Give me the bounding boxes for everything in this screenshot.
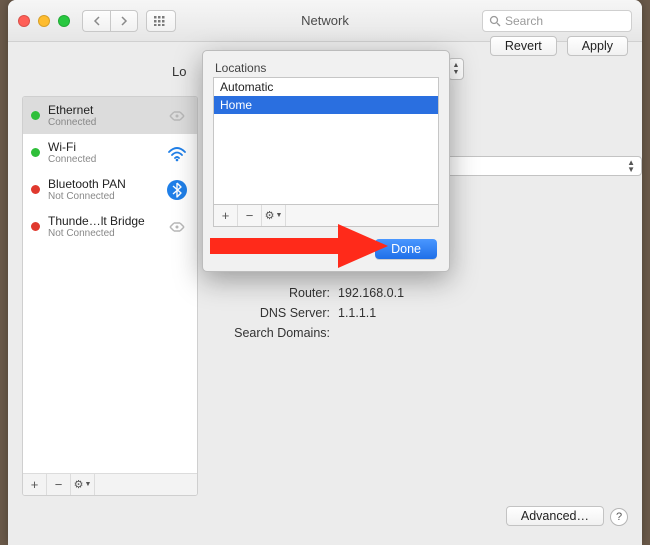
search-field[interactable]: Search [482,10,632,32]
bluetooth-icon [165,178,189,202]
chevron-down-icon: ▼ [275,212,282,219]
chevron-down-icon: ▼ [453,69,460,76]
sidebar-item-bluetooth[interactable]: Bluetooth PAN Not Connected [23,171,197,208]
locations-popover: Locations Automatic Home + − ⚙▼ Done [202,50,450,272]
apply-button[interactable]: Apply [567,36,628,56]
status-dot-icon [31,111,40,120]
interface-name: Wi-Fi [48,140,157,154]
locations-list: Automatic Home [213,77,439,205]
search-icon [489,15,501,27]
thunderbolt-icon [165,215,189,239]
domains-row: Search Domains: [208,326,628,340]
location-stepper[interactable]: ▲ ▼ [448,58,464,80]
dns-value: 1.1.1.1 [338,306,376,320]
locations-footer: + − ⚙▼ [213,205,439,227]
status-dot-icon [31,185,40,194]
revert-button[interactable]: Revert [490,36,557,56]
interface-status: Connected [48,117,157,128]
remove-location-button[interactable]: − [238,205,262,226]
help-button[interactable]: ? [610,508,628,526]
detail-rows: Router: 192.168.0.1 DNS Server: 1.1.1.1 … [208,280,628,346]
location-item-home[interactable]: Home [214,96,438,114]
interface-actions-button[interactable]: ⚙▼ [71,474,95,495]
back-button[interactable] [82,10,110,32]
chevron-updown-icon: ▲▼ [627,159,635,173]
wifi-icon [165,141,189,165]
interface-status: Not Connected [48,191,157,202]
ethernet-icon [165,104,189,128]
location-item-automatic[interactable]: Automatic [214,78,438,96]
router-row: Router: 192.168.0.1 [208,286,628,300]
interface-name: Bluetooth PAN [48,177,157,191]
interfaces-sidebar: Ethernet Connected Wi-Fi Connected Bluet… [22,96,198,496]
router-value: 192.168.0.1 [338,286,404,300]
sidebar-item-text: Thunde…lt Bridge Not Connected [48,214,157,239]
nav-group [82,10,138,32]
chevron-up-icon: ▲ [453,62,460,69]
remove-interface-button[interactable]: − [47,474,71,495]
dns-label: DNS Server: [208,306,338,320]
sidebar-item-wifi[interactable]: Wi-Fi Connected [23,134,197,171]
search-placeholder: Search [505,14,543,28]
sidebar-item-text: Bluetooth PAN Not Connected [48,177,157,202]
interface-name: Thunde…lt Bridge [48,214,157,228]
show-all-button[interactable] [146,10,176,32]
minimize-button[interactable] [38,15,50,27]
interface-name: Ethernet [48,103,157,117]
gear-icon: ⚙ [265,209,275,222]
network-preferences-window: Network Search Lo ▲ ▼ Ethernet Connected [8,0,642,545]
interface-status: Not Connected [48,228,157,239]
bottom-buttons: Revert Apply [490,36,628,56]
interface-status: Connected [48,154,157,165]
location-label: Lo [172,64,186,79]
add-location-button[interactable]: + [214,205,238,226]
chevron-down-icon: ▼ [84,481,91,488]
sidebar-item-thunderbolt[interactable]: Thunde…lt Bridge Not Connected [23,208,197,245]
domains-label: Search Domains: [208,326,338,340]
close-button[interactable] [18,15,30,27]
sidebar-item-text: Ethernet Connected [48,103,157,128]
router-label: Router: [208,286,338,300]
dns-row: DNS Server: 1.1.1.1 [208,306,628,320]
status-dot-icon [31,148,40,157]
locations-label: Locations [213,61,439,75]
status-dot-icon [31,222,40,231]
location-actions-button[interactable]: ⚙▼ [262,205,286,226]
sidebar-footer: + − ⚙▼ [23,473,197,495]
zoom-button[interactable] [58,15,70,27]
done-button[interactable]: Done [375,239,437,259]
forward-button[interactable] [110,10,138,32]
traffic-lights [18,15,70,27]
gear-icon: ⚙ [74,478,84,491]
advanced-button[interactable]: Advanced… [506,506,604,526]
add-interface-button[interactable]: + [23,474,47,495]
sidebar-item-text: Wi-Fi Connected [48,140,157,165]
sidebar-item-ethernet[interactable]: Ethernet Connected [23,97,197,134]
